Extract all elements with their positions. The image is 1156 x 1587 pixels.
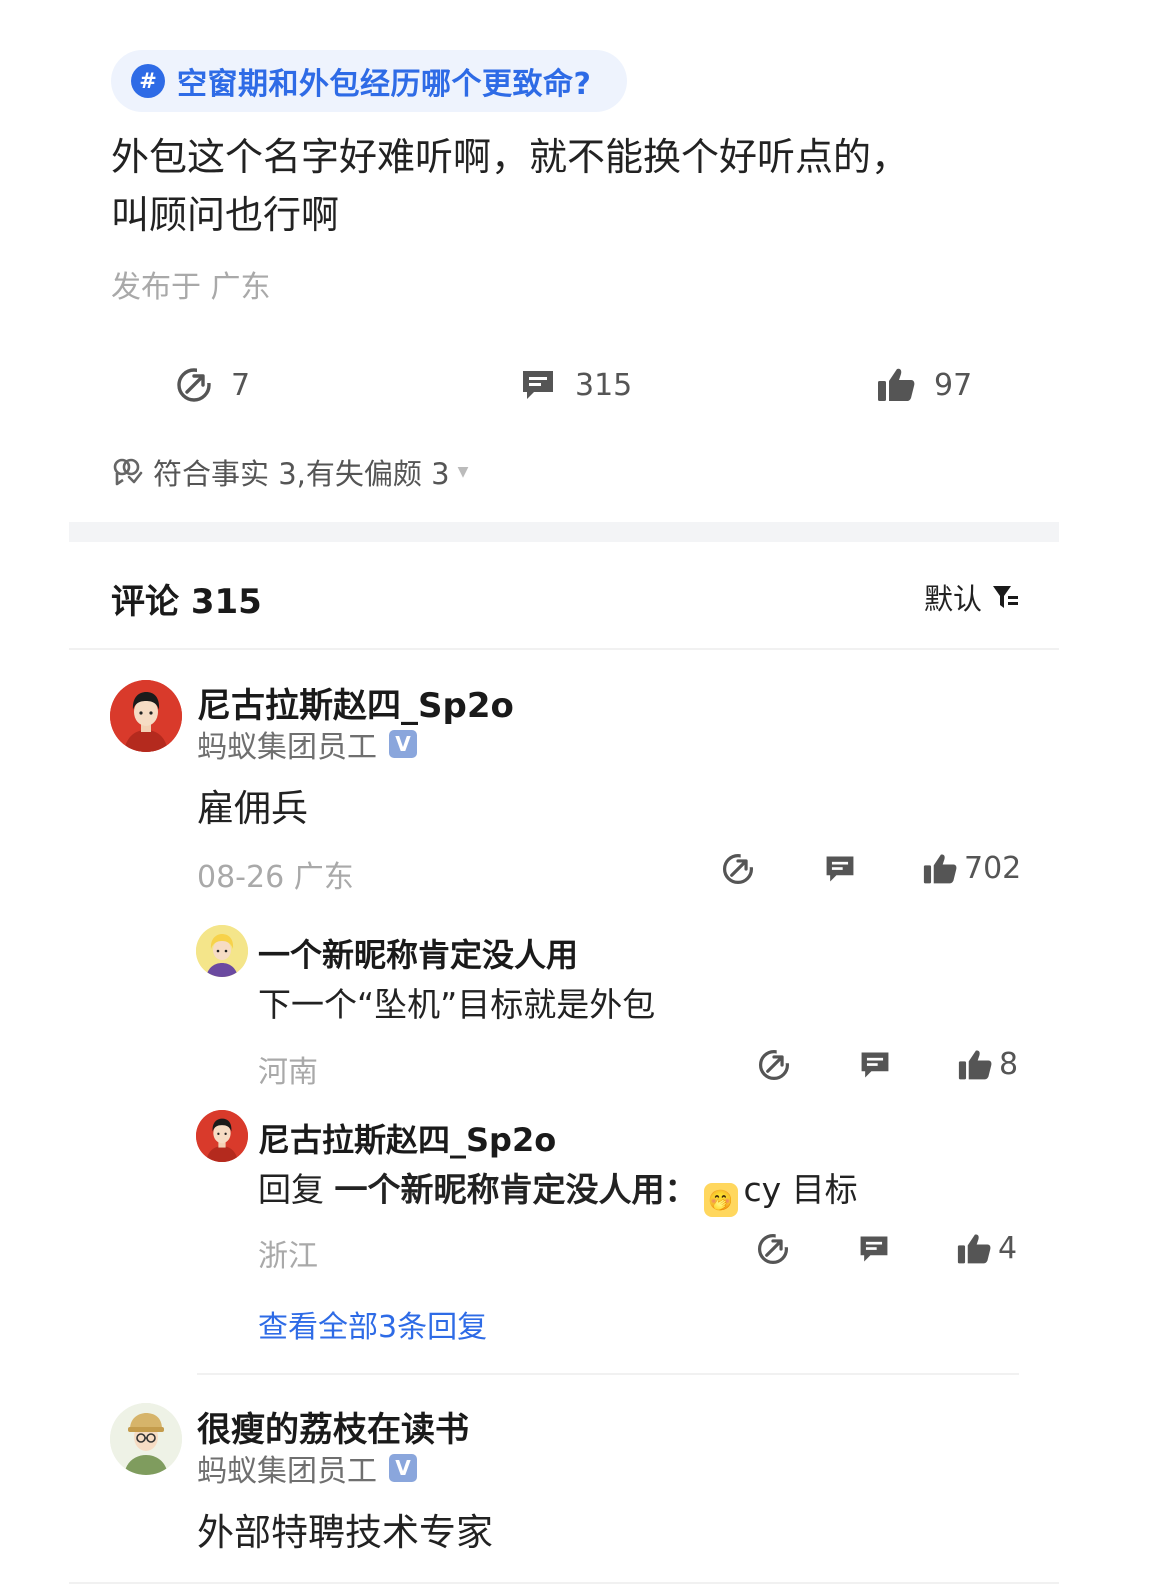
avatar-illustration <box>196 925 248 977</box>
fact-check[interactable]: 符合事实 3,有失偏颇 3 ▼ <box>111 451 468 493</box>
sort-label: 默认 <box>923 582 982 616</box>
thumbs-up-icon <box>958 1049 992 1079</box>
share-button[interactable]: 7 <box>175 360 250 410</box>
comment-count: 315 <box>575 367 633 403</box>
like-button[interactable]: 97 <box>876 360 972 410</box>
comment-author[interactable]: 尼古拉斯赵四_Sp2o <box>197 678 514 727</box>
share-count: 7 <box>231 367 251 403</box>
like-button[interactable]: 4 <box>956 1231 1017 1266</box>
company-label: 蚂蚁集团员工 <box>197 730 377 765</box>
share-icon <box>758 1048 791 1081</box>
like-count: 4 <box>998 1231 1018 1266</box>
comment-icon <box>523 371 553 399</box>
fact-check-icon <box>113 458 143 486</box>
hashtag-icon: # <box>131 64 165 98</box>
emoji-icon: 🤭 <box>703 1183 738 1217</box>
like-button[interactable]: 8 <box>957 1047 1018 1082</box>
fact-check-label: 符合事实 3,有失偏颇 3 <box>153 457 450 491</box>
reply-location: 浙江 <box>258 1239 318 1274</box>
filter-icon <box>993 586 1018 608</box>
comment-meta: 08-26 广东 <box>197 860 354 895</box>
reply-button[interactable] <box>857 1232 891 1266</box>
like-count: 702 <box>964 851 1022 886</box>
thumbs-up-icon <box>957 1233 991 1263</box>
view-all-replies-link[interactable]: 查看全部3条回复 <box>258 1302 487 1346</box>
author-company: 蚂蚁集团员工 V <box>197 722 417 766</box>
share-icon <box>722 852 755 885</box>
bottom-divider <box>69 1582 1059 1584</box>
topic-label: 空窗期和外包经历哪个更致命? <box>177 67 592 102</box>
avatar-illustration <box>196 1110 248 1162</box>
thumbs-up-icon <box>923 853 957 883</box>
reply-text: 回复 一个新昵称肯定没人用： 🤭 cy 目标 <box>258 1163 858 1217</box>
avatar-illustration <box>110 1403 182 1475</box>
avatar[interactable] <box>196 1110 248 1162</box>
comments-title: 评论 315 <box>111 582 262 622</box>
like-count: 97 <box>934 367 973 403</box>
header-divider <box>69 648 1059 650</box>
like-count: 8 <box>999 1047 1019 1082</box>
comment-author[interactable]: 很瘦的荔枝在读书 <box>197 1402 469 1451</box>
comment-button[interactable]: 315 <box>519 360 632 410</box>
reply-suffix: cy 目标 <box>743 1170 858 1209</box>
reply-button[interactable] <box>858 1048 892 1082</box>
reply-text: 下一个“坠机”目标就是外包 <box>258 985 656 1024</box>
comment-icon <box>860 1236 888 1262</box>
reply-location: 河南 <box>258 1055 318 1090</box>
share-button[interactable] <box>721 852 755 886</box>
reply-prefix: 回复 <box>258 1170 335 1209</box>
verified-badge: V <box>389 1454 417 1482</box>
post-line-1: 外包这个名字好难听啊，就不能换个好听点的， <box>111 135 910 179</box>
section-divider <box>69 522 1059 542</box>
reply-button[interactable] <box>823 852 857 886</box>
author-company: 蚂蚁集团员工 V <box>197 1446 417 1490</box>
share-button[interactable] <box>756 1232 790 1266</box>
share-button[interactable] <box>757 1048 791 1082</box>
comment-divider <box>197 1373 1019 1375</box>
post-location: 发布于 广东 <box>111 270 271 305</box>
comment-text: 雇佣兵 <box>197 787 308 830</box>
reply-target[interactable]: 一个新昵称肯定没人用： <box>335 1170 698 1209</box>
reply-author[interactable]: 尼古拉斯赵四_Sp2o <box>258 1115 556 1161</box>
post-line-2: 叫顾问也行啊 <box>111 193 340 237</box>
sort-button[interactable]: 默认 <box>924 576 1020 618</box>
chevron-down-icon: ▼ <box>457 464 469 480</box>
thumbs-up-icon <box>878 368 915 401</box>
avatar-illustration <box>110 680 182 752</box>
topic-chip[interactable]: # 空窗期和外包经历哪个更致命? <box>111 50 628 112</box>
comment-icon <box>861 1052 889 1078</box>
verified-badge: V <box>389 730 417 758</box>
avatar[interactable] <box>196 925 248 977</box>
post-body: 外包这个名字好难听啊，就不能换个好听点的， 叫顾问也行啊 <box>111 128 1011 244</box>
comment-icon <box>826 856 854 882</box>
reply-author[interactable]: 一个新昵称肯定没人用 <box>258 930 578 976</box>
share-icon <box>177 367 213 402</box>
comment-text: 外部特聘技术专家 <box>197 1511 493 1554</box>
company-label: 蚂蚁集团员工 <box>197 1454 377 1489</box>
avatar[interactable] <box>110 680 182 752</box>
like-button[interactable]: 702 <box>922 851 1021 886</box>
share-icon <box>757 1232 790 1265</box>
avatar[interactable] <box>110 1403 182 1475</box>
